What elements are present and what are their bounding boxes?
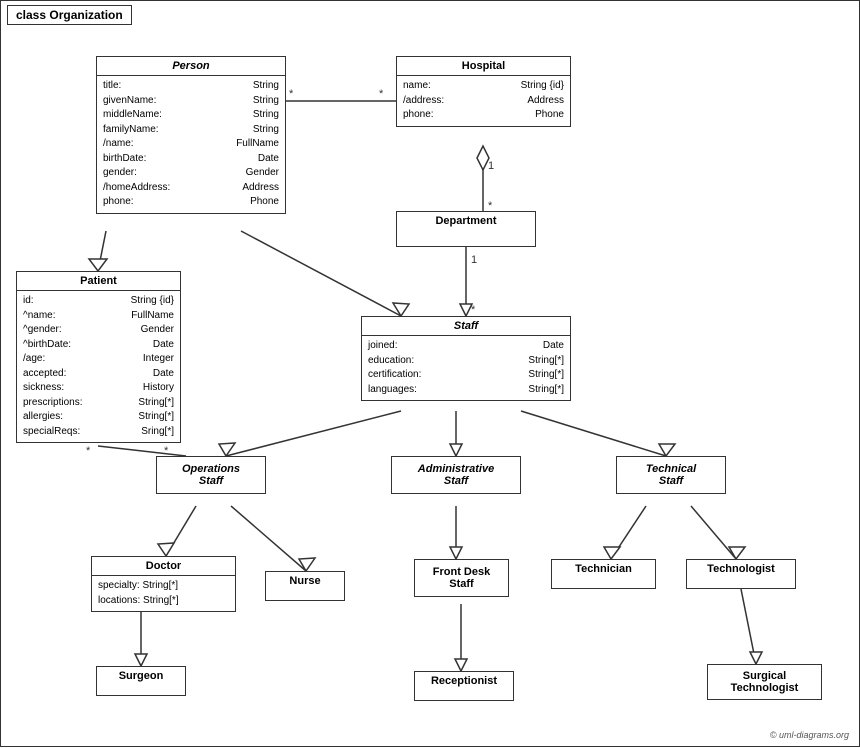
class-person: Person title:String givenName:String mid… <box>96 56 286 214</box>
class-operations-staff-name: OperationsStaff <box>157 457 265 493</box>
class-operations-staff: OperationsStaff <box>156 456 266 494</box>
class-doctor: Doctor specialty: String[*] locations: S… <box>91 556 236 612</box>
svg-text:*: * <box>86 445 91 457</box>
class-person-attrs: title:String givenName:String middleName… <box>97 76 285 213</box>
class-technician-name: Technician <box>552 560 655 578</box>
class-surgical-technologist: SurgicalTechnologist <box>707 664 822 700</box>
class-staff: Staff joined:Date education:String[*] ce… <box>361 316 571 401</box>
class-hospital: Hospital name:String {id} /address:Addre… <box>396 56 571 127</box>
class-technical-staff: TechnicalStaff <box>616 456 726 494</box>
class-surgical-technologist-name: SurgicalTechnologist <box>708 665 821 699</box>
svg-text:1: 1 <box>488 160 494 172</box>
class-surgeon-name: Surgeon <box>97 667 185 685</box>
class-nurse-name: Nurse <box>266 572 344 590</box>
class-doctor-name: Doctor <box>92 557 235 576</box>
class-technical-staff-name: TechnicalStaff <box>617 457 725 493</box>
svg-text:*: * <box>471 304 476 316</box>
class-staff-name: Staff <box>362 317 570 336</box>
class-front-desk-staff: Front DeskStaff <box>414 559 509 597</box>
class-front-desk-staff-name: Front DeskStaff <box>415 560 508 596</box>
svg-text:*: * <box>379 88 384 100</box>
class-nurse: Nurse <box>265 571 345 601</box>
class-administrative-staff: AdministrativeStaff <box>391 456 521 494</box>
svg-text:1: 1 <box>471 254 477 266</box>
class-staff-attrs: joined:Date education:String[*] certific… <box>362 336 570 400</box>
class-surgeon: Surgeon <box>96 666 186 696</box>
class-receptionist: Receptionist <box>414 671 514 701</box>
copyright-text: © uml-diagrams.org <box>770 730 849 740</box>
class-patient-name: Patient <box>17 272 180 291</box>
class-department: Department <box>396 211 536 247</box>
class-department-name: Department <box>397 212 535 230</box>
class-patient: Patient id:String {id} ^name:FullName ^g… <box>16 271 181 443</box>
svg-text:*: * <box>289 88 294 100</box>
class-person-name: Person <box>97 57 285 76</box>
class-hospital-name: Hospital <box>397 57 570 76</box>
class-hospital-attrs: name:String {id} /address:Address phone:… <box>397 76 570 126</box>
class-receptionist-name: Receptionist <box>415 672 513 690</box>
class-doctor-attrs: specialty: String[*] locations: String[*… <box>92 576 235 611</box>
class-patient-attrs: id:String {id} ^name:FullName ^gender:Ge… <box>17 291 180 442</box>
diagram-title: class Organization <box>7 5 132 25</box>
uml-diagram: class Organization * * 1 * 1 * * <box>0 0 860 747</box>
class-administrative-staff-name: AdministrativeStaff <box>392 457 520 493</box>
class-technician: Technician <box>551 559 656 589</box>
class-technologist: Technologist <box>686 559 796 589</box>
class-technologist-name: Technologist <box>687 560 795 578</box>
